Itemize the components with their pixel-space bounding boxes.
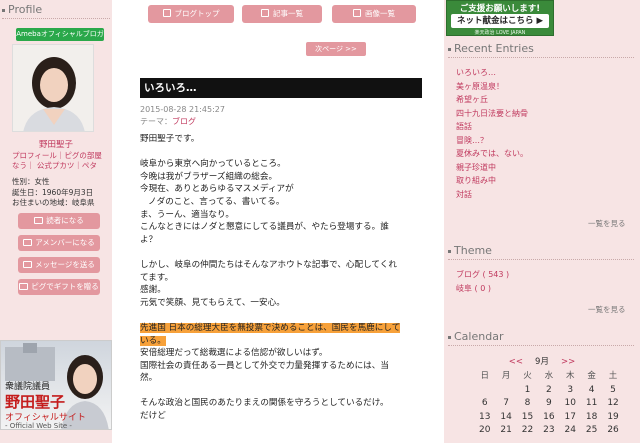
left-sidebar: Profile Amebaオフィシャルブロガー 野田聖子 プロフィール｜ピグの部…	[0, 0, 112, 443]
recent-entry-link[interactable]: 親子珍道中	[456, 161, 528, 175]
right-sidebar: ご支援お願いします! ネット献金はこちら ▶ 楽天政治 LOVE JAPAN R…	[444, 0, 640, 443]
entry-body: 野田聖子です。 岐阜から東京へ向かっているところ。 今晩は我がブラザーズ組織の総…	[140, 133, 422, 423]
recent-entry-link[interactable]: 冒険…？	[456, 134, 528, 148]
profile-photo[interactable]	[12, 44, 94, 132]
official-site-banner[interactable]: 衆議院議員 野田聖子 オフィシャルサイト - Official Web Site…	[0, 340, 112, 430]
bullet-icon	[448, 335, 451, 339]
calendar-month: 9月	[535, 357, 549, 367]
bullet-icon	[2, 8, 5, 12]
profile-info: 性別：女性 誕生日：1960年9月3日 お住まいの地域：岐阜県	[12, 177, 112, 209]
key-icon	[23, 239, 33, 246]
book-icon	[34, 217, 44, 224]
image-list-button[interactable]: 画像一覧	[332, 5, 416, 23]
theme-see-all-link[interactable]: 一覧を見る	[588, 304, 626, 315]
entry-theme: テーマ：ブログ	[140, 117, 196, 126]
body-line: こんなときにはノダと懇意にしてる議員が、やたら登場する。誰	[140, 222, 389, 233]
theme-heading: Theme	[448, 244, 634, 260]
calendar-weekdays: 日月火水木金土	[480, 371, 618, 381]
calendar-nav: << 9月 >>	[452, 355, 632, 367]
body-line: 野田聖子です。	[140, 134, 200, 144]
calendar-heading: Calendar	[448, 330, 634, 346]
donation-headline: ご支援お願いします!	[459, 4, 541, 14]
recent-entry-link[interactable]: 語話	[456, 120, 528, 134]
body-line: 岐阜から東京へ向かっているところ。	[140, 159, 286, 170]
body-blank	[140, 309, 422, 322]
recent-entries-list: いろいろ… 美ヶ原温泉！ 希望ヶ丘 四十九日法要と納骨 語話 冒険…？ 夏休みで…	[456, 66, 528, 201]
body-blank	[140, 246, 422, 259]
body-line: ノダのこと、言ってる、書いてる。	[148, 196, 285, 207]
amember-button[interactable]: アメンバーになる	[18, 235, 100, 251]
pigg-gift-button[interactable]: ピグでギフトを贈る	[18, 279, 100, 295]
banner-name: 野田聖子	[5, 393, 66, 411]
send-message-button[interactable]: メッセージを送る	[18, 257, 100, 273]
theme-list: ブログ ( 543 ) 岐阜 ( 0 )	[456, 268, 509, 295]
recent-see-all-link[interactable]: 一覧を見る	[588, 218, 626, 229]
body-line: てます。	[140, 272, 174, 283]
body-line: しかし、岐阜の仲間たちはそんなアホウトな記事で、心配してくれ	[140, 259, 397, 270]
body-line: 然。	[140, 373, 158, 384]
calendar-week: 20 21 22 23 24 25 26	[478, 425, 619, 435]
body-blank	[140, 146, 422, 159]
recent-entries-heading: Recent Entries	[448, 42, 634, 58]
blog-top-button[interactable]: ブログトップ	[148, 5, 234, 23]
home-icon	[162, 9, 171, 17]
ameba-official-badge: Amebaオフィシャルブロガー	[16, 28, 104, 51]
recent-entry-link[interactable]: 四十九日法要と納骨	[456, 107, 528, 121]
body-line: 元気で笑顔、見てもらえて、一安心。	[140, 297, 285, 308]
highlighted-text: 先進国 日本の総理大臣を無投票で決めることは、国民を馬鹿にして	[140, 322, 401, 333]
profile-heading: Profile	[2, 3, 110, 19]
donation-banner[interactable]: ご支援お願いします! ネット献金はこちら ▶ 楽天政治 LOVE JAPAN	[446, 0, 554, 36]
body-line: 国際社会の責任ある一員として外交で力量発揮するためには、当	[140, 360, 389, 371]
body-line: そんな政治と国民のあたりまえの関係を守ろうとしているだけ。	[140, 398, 389, 409]
body-line: 今現在、ありとあらゆるマスメディアが	[140, 184, 294, 195]
profile-birthday: 誕生日：1960年9月3日	[12, 187, 94, 197]
follow-reader-button[interactable]: 読者になる	[18, 213, 100, 229]
mail-icon	[23, 261, 33, 268]
calendar-week: 13 14 15 16 17 18 19	[478, 411, 619, 422]
calendar-prev-link[interactable]: <<	[509, 357, 523, 367]
highlighted-text: いる。	[140, 335, 166, 346]
bullet-icon	[448, 249, 451, 253]
body-line: 安倍総理だって総裁選による信認が欲しいはず。	[140, 348, 328, 359]
entry-title[interactable]: いろいろ…	[140, 78, 422, 98]
donation-sub: 楽天政治 LOVE JAPAN	[474, 30, 526, 36]
camera-icon	[353, 9, 361, 17]
recent-entry-link[interactable]: 対話	[456, 188, 528, 202]
body-line: 今晩は我がブラザーズ組織の総会。	[140, 171, 278, 182]
recent-entry-link[interactable]: 夏休みでは、ない。	[456, 147, 528, 161]
calendar-week: 12345	[524, 384, 616, 395]
theme-link[interactable]: 岐阜 ( 0 )	[456, 282, 509, 296]
gift-icon	[19, 283, 29, 290]
calendar-grid: 日月火水木金土 12345 6 7 8 9 10 11 12 13 14 15 16 17 18 19 …	[474, 370, 624, 438]
profile-gender: 性別：女性	[12, 177, 50, 186]
recent-entry-link[interactable]: いろいろ…	[456, 66, 528, 80]
recent-entry-link[interactable]: 美ヶ原温泉！	[456, 80, 528, 94]
profile-location: お住まいの地域：岐阜県	[12, 198, 95, 207]
body-line: ま、うーん、適当なり。	[140, 209, 235, 220]
body-line: 感謝。	[140, 285, 166, 296]
theme-link[interactable]: ブログ ( 543 )	[456, 268, 509, 282]
entry-theme-link[interactable]: ブログ	[172, 117, 196, 126]
banner-site-english: - Official Web Site -	[5, 422, 72, 430]
donation-button-label: ネット献金はこちら ▶	[451, 14, 549, 28]
document-icon	[261, 9, 269, 17]
next-page-button[interactable]: 次ページ >>	[306, 42, 366, 56]
bullet-icon	[448, 47, 451, 51]
body-blank	[140, 385, 422, 398]
body-line: よ？	[140, 234, 158, 245]
recent-entry-link[interactable]: 希望ヶ丘	[456, 93, 528, 107]
main-content: ブログトップ 記事一覧 画像一覧 次ページ >> いろいろ… 2015-08-2…	[112, 0, 444, 443]
entry-date: 2015-08-28 21:45:27	[140, 105, 225, 114]
body-line: だけど	[140, 411, 166, 422]
profile-name-link[interactable]: 野田聖子	[0, 138, 112, 150]
article-list-button[interactable]: 記事一覧	[242, 5, 322, 23]
recent-entry-link[interactable]: 取り組み中	[456, 174, 528, 188]
profile-links[interactable]: プロフィール｜ピグの部屋なう｜ 公式プカツ｜ペタ	[12, 151, 108, 171]
calendar-week: 6 7 8 9 10 11 12	[481, 398, 619, 408]
calendar-next-link[interactable]: >>	[561, 357, 575, 367]
